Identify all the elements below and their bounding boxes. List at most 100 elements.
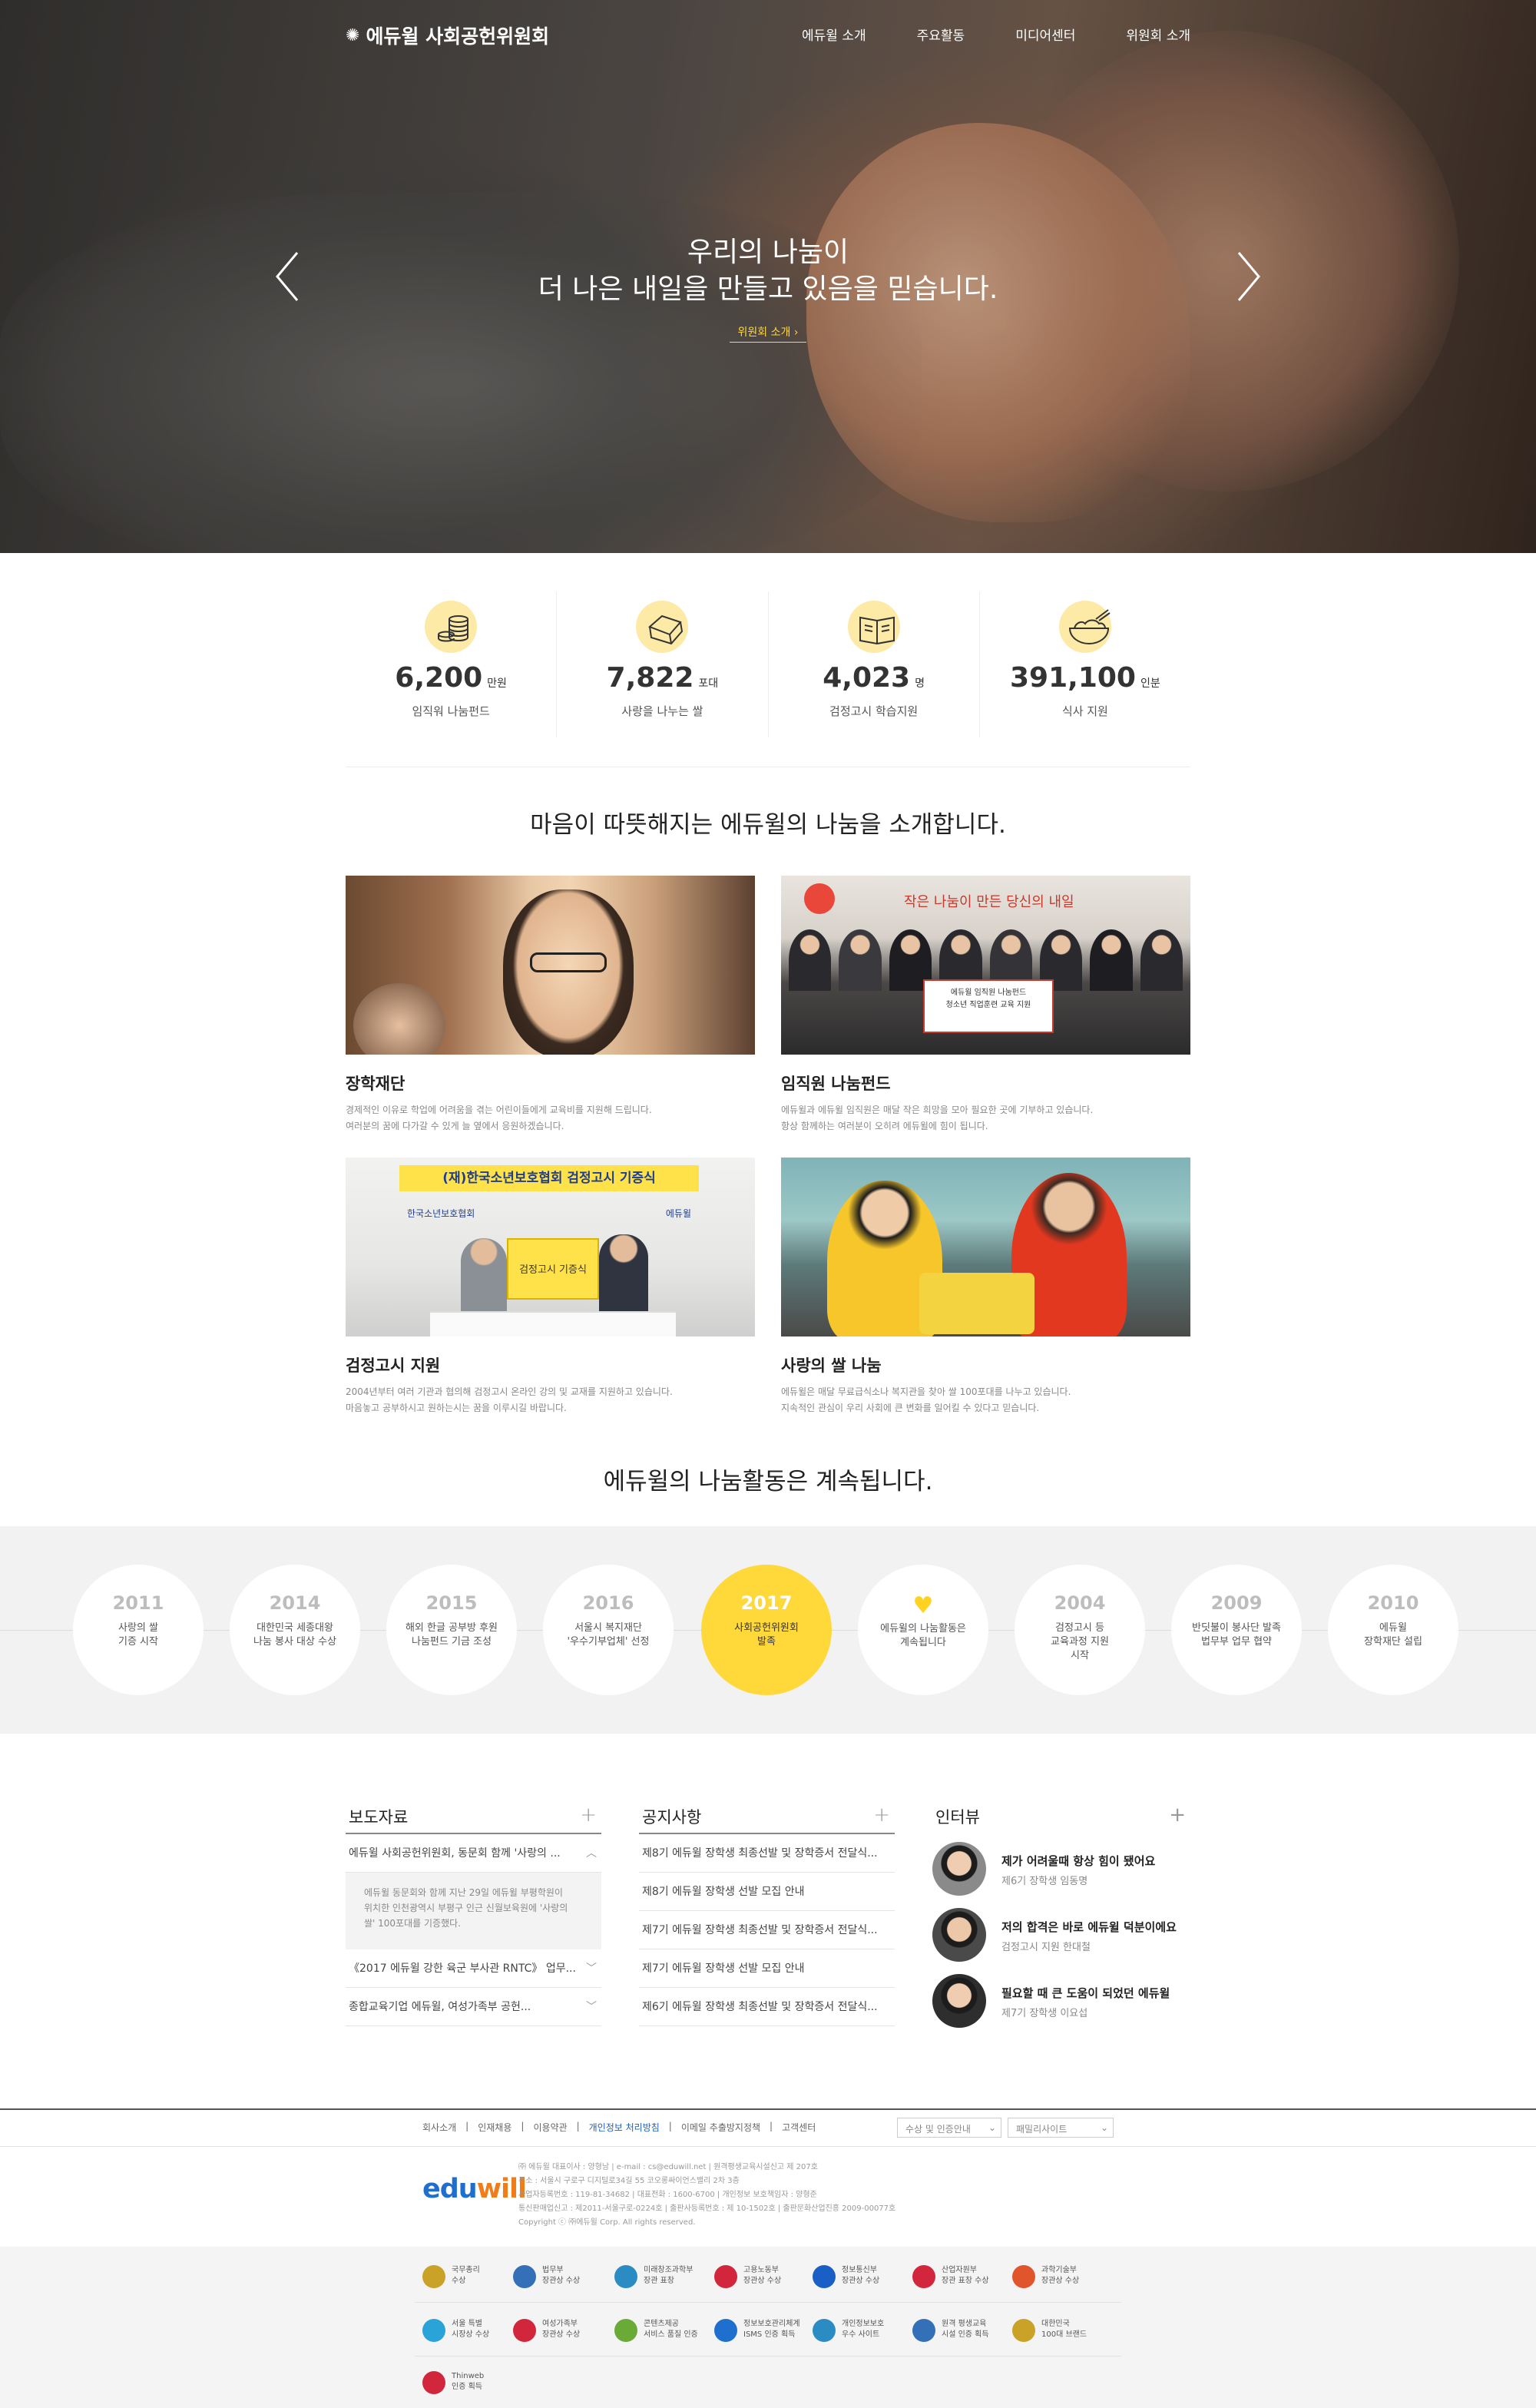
timeline-year: 2011 bbox=[112, 1592, 164, 1614]
exam-photo: (재)한국소년보호협회 검정고시 기증식 한국소년보호협회 에듀윌 검정고시 기… bbox=[346, 1158, 755, 1336]
menu-item-about[interactable]: 에듀윌 소개 bbox=[802, 25, 866, 44]
list-item[interactable]: 제8기 에듀윌 장학생 최종선발 및 장학증서 전달식... bbox=[639, 1834, 895, 1873]
summary-line: 쌀' 100포대를 기증했다. bbox=[364, 1918, 461, 1929]
select-value: 패밀리사이트 bbox=[1016, 2124, 1068, 2135]
interview-person: 검정고시 지원 한대철 bbox=[1001, 1942, 1091, 1953]
awards-select[interactable]: 수상 및 인증안내 ⌄ bbox=[897, 2118, 1001, 2138]
chevron-down-icon: ﹀ bbox=[586, 1963, 597, 1975]
award-line: 원격 평생교육 bbox=[942, 2320, 987, 2328]
timeline-text: 사랑의 쌀 기증 시작 bbox=[73, 1621, 204, 1649]
timeline-line-text: 검정고시 등 bbox=[1055, 1622, 1104, 1634]
card-desc-line: 2004년부터 여러 기관과 협의해 검정고시 온라인 강의 및 교재를 지원하… bbox=[346, 1386, 673, 1397]
card-rice[interactable]: 사랑의 쌀 나눔 에듀윌은 매달 무료급식소나 복지관을 찾아 쌀 100포대를… bbox=[781, 1158, 1190, 1416]
prev-slide-icon[interactable] bbox=[273, 250, 303, 303]
footer-link[interactable]: 이메일 추출방지정책 bbox=[681, 2121, 760, 2134]
scholarship-photo bbox=[346, 876, 755, 1055]
footer-link-privacy[interactable]: 개인정보 처리방침 bbox=[589, 2121, 660, 2134]
interview-item[interactable]: 제가 어려울때 항상 힘이 됐어요 제6기 장학생 임동명 bbox=[932, 1842, 1190, 1908]
timeline-item[interactable]: 2011 사랑의 쌀 기증 시작 bbox=[73, 1565, 204, 1695]
timeline-line-text: 장학재단 설립 bbox=[1364, 1636, 1422, 1648]
footer-link[interactable]: 회사소개 bbox=[422, 2121, 456, 2134]
footer-link[interactable]: 이용약관 bbox=[533, 2121, 567, 2134]
award-item: 서울 특별 시장상 수상 bbox=[422, 2316, 522, 2347]
plus-icon[interactable]: + bbox=[1169, 1804, 1186, 1827]
interview-item[interactable]: 저의 합격은 바로 에듀윌 덕분이에요 검정고시 지원 한대철 bbox=[932, 1908, 1190, 1974]
timeline-text: 반딧불이 봉사단 발족 법무부 업무 협약 bbox=[1171, 1621, 1302, 1649]
rice-photo bbox=[781, 1158, 1190, 1336]
award-line: 우수 사이트 bbox=[842, 2330, 880, 2339]
list-item[interactable]: 에듀윌 사회공헌위원회, 동문회 함께 '사랑의 ... ︿ bbox=[346, 1834, 601, 1873]
family-site-select[interactable]: 패밀리사이트 ⌄ bbox=[1008, 2118, 1114, 2138]
committee-intro-link[interactable]: 위원회 소개 › bbox=[730, 324, 806, 343]
timeline-item[interactable]: 2014 대한민국 세종대왕 나눔 봉사 대상 수상 bbox=[230, 1565, 360, 1695]
hero-line-2: 더 나은 내일을 만들고 있음을 믿습니다. bbox=[538, 273, 998, 305]
award-text: 과학기술부 장관상 수상 bbox=[1041, 2265, 1079, 2287]
card-fund[interactable]: 작은 나눔이 만든 당신의 내일 에듀윌 임직원 나눔펀드 청소년 직업훈련 교… bbox=[781, 876, 1190, 1134]
award-line: 정보통신부 bbox=[842, 2266, 877, 2274]
timeline-title: 에듀윌의 나눔활동은 계속됩니다. bbox=[603, 1468, 933, 1495]
site-logo[interactable]: ✺ 에듀윌 사회공헌위원회 bbox=[346, 22, 549, 49]
timeline-text: 에듀윌 장학재단 설립 bbox=[1328, 1621, 1458, 1649]
timeline-item[interactable]: 2010 에듀윌 장학재단 설립 bbox=[1328, 1565, 1458, 1695]
main-menu: 에듀윌 소개 주요활동 미디어센터 위원회 소개 bbox=[802, 25, 1190, 44]
award-item: 법무부장관상 수상 bbox=[513, 2262, 613, 2293]
stat-fund-value: 6,200 bbox=[395, 662, 483, 694]
interview-quote: 제가 어려울때 항상 힘이 됐어요 bbox=[1001, 1854, 1156, 1868]
eduwill-logo[interactable]: eduwill bbox=[422, 2174, 527, 2204]
interview-item[interactable]: 필요할 때 큰 도움이 되었던 에듀윌 제7기 장학생 이요섭 bbox=[932, 1974, 1190, 2040]
award-item: 대한민국 100대 브랜드 bbox=[1012, 2316, 1112, 2347]
timeline-item[interactable]: 2004 검정고시 등 교육과정 지원 시작 bbox=[1015, 1565, 1145, 1695]
award-line: 법무부 bbox=[542, 2266, 564, 2274]
stat-number: 6,200 만원 bbox=[346, 662, 556, 694]
menu-item-committee[interactable]: 위원회 소개 bbox=[1126, 25, 1190, 44]
card-scholarship[interactable]: 장학재단 경제적인 이유로 학업에 어려움을 겪는 어린이들에게 교육비를 지원… bbox=[346, 876, 755, 1134]
footer-link[interactable]: 인재채용 bbox=[478, 2121, 511, 2134]
next-slide-icon[interactable] bbox=[1233, 250, 1263, 303]
menu-item-media[interactable]: 미디어센터 bbox=[1015, 25, 1075, 44]
timeline-line-text: 에듀윌의 나눔활동은 bbox=[880, 1623, 966, 1635]
list-item[interactable]: 《2017 에듀윌 강한 육군 부사관 RNTC》 업무... ﹀ bbox=[346, 1949, 601, 1988]
avatar bbox=[932, 1908, 986, 1962]
award-text: 미래창조과학부 장관 표창 bbox=[644, 2265, 693, 2287]
company-info-line: 사업자등록번호 : 119-81-34682 | 대표전화 : 1600-670… bbox=[518, 2191, 817, 2199]
list-item[interactable]: 제7기 에듀윌 장학생 선발 모집 안내 bbox=[639, 1949, 895, 1988]
sign-line: 에듀윌 임직원 나눔펀드 bbox=[950, 989, 1027, 997]
board-title: 보도자료 bbox=[349, 1808, 409, 1827]
award-emblem-icon bbox=[714, 2265, 737, 2288]
timeline-line-text: 발족 bbox=[757, 1636, 776, 1648]
award-line: 장관상 수상 bbox=[542, 2277, 581, 2285]
plus-icon[interactable]: + bbox=[580, 1804, 597, 1827]
book-icon bbox=[859, 616, 895, 645]
card-exam[interactable]: (재)한국소년보호협회 검정고시 기증식 한국소년보호협회 에듀윌 검정고시 기… bbox=[346, 1158, 755, 1416]
award-line: 국무총리 bbox=[452, 2266, 480, 2274]
timeline-item[interactable]: 2016 서울시 복지재단 '우수기부업체' 선정 bbox=[543, 1565, 674, 1695]
footer-link[interactable]: 고객센터 bbox=[782, 2121, 816, 2134]
timeline-item[interactable]: ♥ 에듀윌의 나눔활동은 계속됩니다 bbox=[858, 1565, 988, 1695]
list-item[interactable]: 종합교육기업 에듀윌, 여성가족부 공헌... ﹀ bbox=[346, 1988, 601, 2026]
award-text: 대한민국 100대 브랜드 bbox=[1041, 2319, 1087, 2340]
award-line: 인증 획득 bbox=[452, 2383, 482, 2391]
award-line: 서비스 품질 인증 bbox=[644, 2330, 698, 2339]
plus-icon[interactable]: + bbox=[873, 1804, 890, 1827]
award-text: 여성가족부 장관상 수상 bbox=[542, 2319, 580, 2340]
photo-person bbox=[839, 929, 882, 991]
award-item: 국무총리 수상 bbox=[422, 2262, 522, 2293]
timeline-text: 해외 한글 공부방 후원 나눔펀드 기금 조성 bbox=[386, 1621, 517, 1649]
menu-item-activities[interactable]: 주요활동 bbox=[917, 25, 965, 44]
list-item[interactable]: 제6기 에듀윌 장학생 최종선발 및 장학증서 전달식... bbox=[639, 1988, 895, 2026]
list-item[interactable]: 제8기 에듀윌 장학생 선발 모집 안내 bbox=[639, 1873, 895, 1911]
timeline-item-active[interactable]: 2017 사회공헌위원회 발족 bbox=[701, 1565, 832, 1695]
award-item: 과학기술부 장관상 수상 bbox=[1012, 2262, 1112, 2293]
award-text: 법무부장관상 수상 bbox=[542, 2265, 580, 2287]
sponsor-brand: 에듀윌 bbox=[665, 1208, 691, 1219]
timeline-line-text: 기증 시작 bbox=[118, 1636, 158, 1648]
board-header: 보도자료 + bbox=[346, 1799, 601, 1834]
timeline-item[interactable]: 2009 반딧불이 봉사단 발족 법무부 업무 협약 bbox=[1171, 1565, 1302, 1695]
award-item: 미래창조과학부 장관 표창 bbox=[614, 2262, 714, 2293]
timeline-item[interactable]: 2015 해외 한글 공부방 후원 나눔펀드 기금 조성 bbox=[386, 1565, 517, 1695]
award-emblem-icon bbox=[912, 2319, 935, 2342]
stat-unit: 명 bbox=[915, 677, 925, 690]
card-desc-line: 항상 함께하는 여러분이 오히려 에듀윌에 힘이 됩니다. bbox=[781, 1121, 988, 1131]
list-item[interactable]: 제7기 에듀윌 장학생 최종선발 및 장학증서 전달식... bbox=[639, 1911, 895, 1949]
interview-quote: 저의 합격은 바로 에듀윌 덕분이에요 bbox=[1001, 1920, 1177, 1934]
